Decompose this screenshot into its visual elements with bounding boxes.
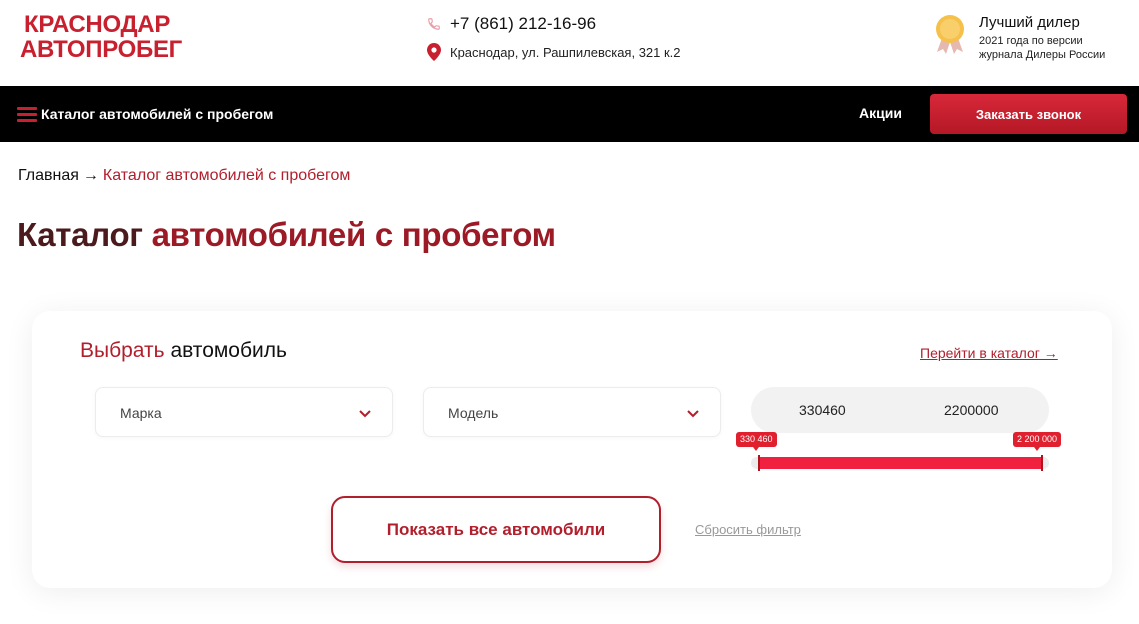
- navbar: Каталог автомобилей с пробегом Акции Зак…: [0, 86, 1139, 142]
- breadcrumb-current[interactable]: Каталог автомобилей с пробегом: [103, 167, 351, 184]
- medal-icon: [933, 14, 967, 54]
- brand-select-label: Марка: [120, 405, 162, 421]
- phone-number[interactable]: +7 (861) 212-16-96: [450, 14, 596, 34]
- filter-title-rest: автомобиль: [170, 339, 287, 362]
- award-line-2: журнала Дилеры России: [979, 49, 1106, 61]
- logo-line-2: АВТОПРОБЕГ: [20, 36, 182, 63]
- price-from-input[interactable]: 330460: [799, 402, 846, 418]
- nav-catalog-link[interactable]: Каталог автомобилей с пробегом: [41, 106, 273, 122]
- filter-card: Выбрать автомобиль Перейти в каталог → М…: [32, 311, 1112, 588]
- location-pin-icon: [426, 43, 442, 61]
- breadcrumb: Главная → Каталог автомобилей с пробегом: [18, 167, 350, 185]
- phone-icon: [426, 17, 442, 31]
- breadcrumb-home[interactable]: Главная: [18, 167, 79, 184]
- chevron-down-icon: [358, 406, 372, 424]
- model-select-label: Модель: [448, 405, 499, 421]
- reset-filter-link[interactable]: Сбросить фильтр: [695, 522, 801, 537]
- address-text: Краснодар, ул. Рашпилевская, 321 к.2: [450, 44, 681, 60]
- logo[interactable]: КРАСНОДАР АВТОПРОБЕГ: [20, 12, 182, 62]
- address-row: Краснодар, ул. Рашпилевская, 321 к.2: [426, 43, 681, 61]
- price-to-input[interactable]: 2200000: [944, 402, 999, 418]
- filter-title: Выбрать автомобиль: [80, 339, 287, 363]
- price-slider-fill: [760, 457, 1042, 469]
- nav-promo-link[interactable]: Акции: [859, 105, 902, 121]
- price-slider-max-handle[interactable]: [1041, 455, 1043, 471]
- header: КРАСНОДАР АВТОПРОБЕГ +7 (861) 212-16-96 …: [0, 0, 1139, 86]
- price-min-tooltip: 330 460: [736, 432, 777, 451]
- chevron-down-icon: [686, 406, 700, 424]
- page-title-part-1: Каталог: [17, 216, 143, 253]
- award-title: Лучший дилер: [979, 14, 1080, 31]
- price-slider-min-handle[interactable]: [758, 455, 760, 471]
- page-title: Каталог автомобилей с пробегом: [17, 216, 556, 254]
- award: Лучший дилер 2021 года по версии журнала…: [933, 14, 1105, 62]
- logo-line-1: КРАСНОДАР: [24, 11, 171, 38]
- model-select[interactable]: Модель: [423, 387, 721, 437]
- contacts: +7 (861) 212-16-96 Краснодар, ул. Рашпил…: [426, 13, 681, 61]
- price-range-inputs: 330460 2200000: [751, 387, 1049, 433]
- show-all-cars-button[interactable]: Показать все автомобили: [331, 496, 661, 563]
- award-line-1: 2021 года по версии: [979, 35, 1083, 47]
- phone-row[interactable]: +7 (861) 212-16-96: [426, 13, 681, 35]
- breadcrumb-separator: →: [82, 167, 99, 184]
- goto-catalog-link[interactable]: Перейти в каталог →: [920, 345, 1058, 361]
- filter-title-red: Выбрать: [80, 339, 165, 362]
- callback-button[interactable]: Заказать звонок: [930, 94, 1127, 134]
- price-max-tooltip: 2 200 000: [1013, 432, 1062, 451]
- hamburger-icon[interactable]: [17, 107, 37, 122]
- award-text: Лучший дилер 2021 года по версии журнала…: [979, 14, 1105, 62]
- page-title-part-2: автомобилей с пробегом: [151, 216, 556, 253]
- brand-select[interactable]: Марка: [95, 387, 393, 437]
